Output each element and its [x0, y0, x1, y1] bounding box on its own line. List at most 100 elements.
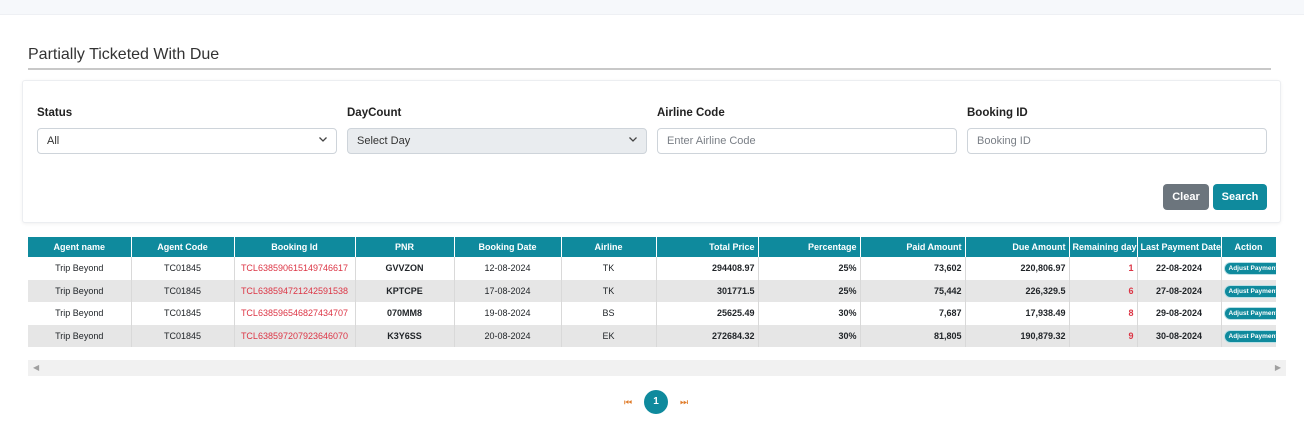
- horizontal-scrollbar[interactable]: ◀ ▶: [28, 360, 1286, 376]
- airline-cell: BS: [561, 302, 657, 325]
- booking-id-input[interactable]: Booking ID: [967, 128, 1267, 154]
- page-title: Partially Ticketed With Due: [28, 46, 220, 63]
- agent-name-cell: Trip Beyond: [28, 279, 132, 302]
- booking-date-cell: 20-08-2024: [454, 324, 562, 347]
- agent-code-cell: TC01845: [131, 279, 235, 302]
- header-percentage[interactable]: Percentage: [758, 237, 861, 257]
- header-paid-amount[interactable]: Paid Amount: [860, 237, 966, 257]
- total-price-cell: 25625.49: [656, 302, 759, 325]
- daycount-filter: DayCount Select Day: [347, 107, 647, 154]
- booking-date-cell: 17-08-2024: [454, 279, 562, 302]
- paid-amount-cell: 7,687: [860, 302, 966, 325]
- agent-code-cell: TC01845: [131, 257, 235, 280]
- remaining-day-cell: 6: [1069, 279, 1138, 302]
- total-price-cell: 294408.97: [656, 257, 759, 280]
- action-cell: Adjust Payment: [1221, 324, 1276, 347]
- last-payment-date-cell: 30-08-2024: [1137, 324, 1222, 347]
- bookings-table: Agent name Agent Code Booking Id PNR Boo…: [28, 237, 1276, 347]
- scroll-right-icon[interactable]: ▶: [1275, 363, 1281, 372]
- status-filter: Status All: [37, 107, 337, 154]
- chevron-down-icon: [319, 137, 327, 142]
- first-page-icon[interactable]: ⏮: [624, 397, 632, 408]
- adjust-payment-button[interactable]: Adjust Payment: [1224, 330, 1275, 342]
- total-price-cell: 301771.5: [656, 279, 759, 302]
- table-row: Trip Beyond TC01845 TCL63859720792364607…: [28, 324, 1276, 347]
- header-due-amount[interactable]: Due Amount: [965, 237, 1070, 257]
- airline-code-placeholder: Enter Airline Code: [667, 135, 756, 147]
- booking-date-cell: 19-08-2024: [454, 302, 562, 325]
- header-airline[interactable]: Airline: [561, 237, 657, 257]
- remaining-day-cell: 1: [1069, 257, 1138, 280]
- table-row: Trip Beyond TC01845 TCL63859472124259153…: [28, 279, 1276, 302]
- airline-cell: EK: [561, 324, 657, 347]
- header-pnr[interactable]: PNR: [355, 237, 455, 257]
- daycount-value: Select Day: [357, 135, 411, 147]
- action-cell: Adjust Payment: [1221, 302, 1276, 325]
- booking-id-placeholder: Booking ID: [977, 135, 1031, 147]
- paid-amount-cell: 75,442: [860, 279, 966, 302]
- title-divider: [28, 68, 1271, 70]
- last-payment-date-cell: 27-08-2024: [1137, 279, 1222, 302]
- header-booking-id[interactable]: Booking Id: [234, 237, 356, 257]
- filter-panel: Status All DayCount Select Day Airline C…: [22, 80, 1281, 223]
- status-select[interactable]: All: [37, 128, 337, 154]
- due-amount-cell: 17,938.49: [965, 302, 1070, 325]
- due-amount-cell: 220,806.97: [965, 257, 1070, 280]
- page-1-button[interactable]: 1: [644, 390, 668, 414]
- header-total-price[interactable]: Total Price: [656, 237, 759, 257]
- last-payment-date-cell: 22-08-2024: [1137, 257, 1222, 280]
- agent-code-cell: TC01845: [131, 324, 235, 347]
- booking-id-link[interactable]: TCL638597207923646070: [234, 324, 356, 347]
- header-last-payment-date[interactable]: Last Payment Date: [1137, 237, 1222, 257]
- adjust-payment-button[interactable]: Adjust Payment: [1224, 308, 1275, 320]
- airline-cell: TK: [561, 257, 657, 280]
- due-amount-cell: 226,329.5: [965, 279, 1070, 302]
- header-remaining-day[interactable]: Remaining day: [1069, 237, 1138, 257]
- status-value: All: [47, 135, 60, 147]
- percentage-cell: 25%: [758, 257, 861, 280]
- header-agent-name[interactable]: Agent name: [28, 237, 132, 257]
- booking-id-link[interactable]: TCL638596546827434707: [234, 302, 356, 325]
- last-payment-date-cell: 29-08-2024: [1137, 302, 1222, 325]
- header-agent-code[interactable]: Agent Code: [131, 237, 235, 257]
- last-page-icon[interactable]: ⏭: [680, 397, 688, 408]
- agent-name-cell: Trip Beyond: [28, 302, 132, 325]
- due-amount-cell: 190,879.32: [965, 324, 1070, 347]
- table-row: Trip Beyond TC01845 TCL63859061514974661…: [28, 257, 1276, 280]
- percentage-cell: 25%: [758, 279, 861, 302]
- booking-id-filter: Booking ID Booking ID: [967, 107, 1267, 154]
- top-bar: [0, 0, 1304, 15]
- table-header-row: Agent name Agent Code Booking Id PNR Boo…: [28, 237, 1276, 257]
- daycount-select[interactable]: Select Day: [347, 128, 647, 154]
- adjust-payment-button[interactable]: Adjust Payment: [1224, 263, 1275, 275]
- booking-id-label: Booking ID: [967, 107, 1028, 119]
- daycount-label: DayCount: [347, 107, 402, 119]
- action-cell: Adjust Payment: [1221, 279, 1276, 302]
- airline-code-filter: Airline Code Enter Airline Code: [657, 107, 957, 154]
- paid-amount-cell: 73,602: [860, 257, 966, 280]
- booking-id-link[interactable]: TCL638590615149746617: [234, 257, 356, 280]
- pnr-cell: K3Y6SS: [355, 324, 455, 347]
- scroll-left-icon[interactable]: ◀: [33, 363, 39, 372]
- header-booking-date[interactable]: Booking Date: [454, 237, 562, 257]
- agent-name-cell: Trip Beyond: [28, 257, 132, 280]
- booking-id-link[interactable]: TCL638594721242591538: [234, 279, 356, 302]
- booking-date-cell: 12-08-2024: [454, 257, 562, 280]
- airline-code-label: Airline Code: [657, 107, 725, 119]
- airline-code-input[interactable]: Enter Airline Code: [657, 128, 957, 154]
- adjust-payment-button[interactable]: Adjust Payment: [1224, 285, 1275, 297]
- remaining-day-cell: 8: [1069, 302, 1138, 325]
- agent-name-cell: Trip Beyond: [28, 324, 132, 347]
- paid-amount-cell: 81,805: [860, 324, 966, 347]
- search-button[interactable]: Search: [1213, 184, 1267, 210]
- header-action: Action: [1221, 237, 1276, 257]
- agent-code-cell: TC01845: [131, 302, 235, 325]
- airline-cell: TK: [561, 279, 657, 302]
- bookings-table-container: Agent name Agent Code Booking Id PNR Boo…: [28, 237, 1276, 349]
- clear-button[interactable]: Clear: [1163, 184, 1209, 210]
- pnr-cell: 070MM8: [355, 302, 455, 325]
- pnr-cell: KPTCPE: [355, 279, 455, 302]
- table-row: Trip Beyond TC01845 TCL63859654682743470…: [28, 302, 1276, 325]
- pnr-cell: GVVZON: [355, 257, 455, 280]
- pagination: ⏮ 1 ⏭: [620, 389, 694, 415]
